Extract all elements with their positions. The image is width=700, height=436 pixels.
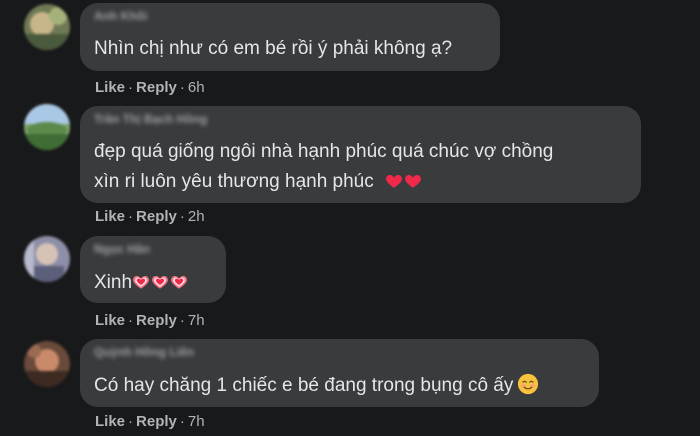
comment-bubble: Quỳnh Hồng Liên Có hay chăng 1 chiếc e b… <box>80 339 599 407</box>
reply-button[interactable]: Reply <box>136 208 177 225</box>
avatar[interactable] <box>24 341 70 387</box>
comment-bubble: Anh Khôi Nhìn chị như có em bé rồi ý phả… <box>80 3 500 71</box>
comment-text: Nhìn chị như có em bé rồi ý phải không ạ… <box>94 38 453 59</box>
separator: · <box>128 413 134 430</box>
reply-button[interactable]: Reply <box>136 79 177 96</box>
comment-bubble: Trần Thị Bạch Hồng đẹp quá giống ngôi nh… <box>80 106 641 203</box>
like-button[interactable]: Like <box>95 413 125 430</box>
comment-text: Có hay chăng 1 chiếc e bé đang trong bụn… <box>94 373 539 398</box>
comment-timestamp[interactable]: 7h <box>188 312 205 329</box>
heart-with-ribbon-icon <box>171 276 187 289</box>
comment-text-line: xìn ri luôn yêu thương hạnh phúc <box>94 171 374 192</box>
comment-actions: Like · Reply · 7h <box>95 413 205 430</box>
red-heart-icon <box>386 175 402 188</box>
smiling-face-icon <box>518 373 539 395</box>
comment-author[interactable]: Ngọc Hân <box>94 242 150 256</box>
separator: · <box>128 79 134 96</box>
separator: · <box>179 79 185 96</box>
separator: · <box>128 208 134 225</box>
reply-button[interactable]: Reply <box>136 312 177 329</box>
separator: · <box>128 312 134 329</box>
comment-text-line: Xinh <box>94 272 133 293</box>
red-heart-icon <box>405 175 421 188</box>
comment-timestamp[interactable]: 2h <box>188 208 205 225</box>
comment-text: đẹp quá giống ngôi nhà hạnh phúc quá chú… <box>94 141 554 162</box>
comment-author[interactable]: Anh Khôi <box>94 9 147 23</box>
comment-bubble: Ngọc Hân Xinh <box>80 236 226 303</box>
heart-with-ribbon-icon <box>133 276 149 289</box>
like-button[interactable]: Like <box>95 208 125 225</box>
comment-text: xìn ri luôn yêu thương hạnh phúc <box>94 170 422 194</box>
comment-author[interactable]: Trần Thị Bạch Hồng <box>94 112 207 126</box>
comment-text-line: Có hay chăng 1 chiếc e bé đang trong bụn… <box>94 375 514 396</box>
like-button[interactable]: Like <box>95 79 125 96</box>
comment-text: Xinh <box>94 271 188 295</box>
comment-timestamp[interactable]: 6h <box>188 79 205 96</box>
separator: · <box>179 312 185 329</box>
comment-actions: Like · Reply · 6h <box>95 79 205 96</box>
heart-with-ribbon-icon <box>152 276 168 289</box>
separator: · <box>179 208 185 225</box>
comment-timestamp[interactable]: 7h <box>188 413 205 430</box>
comment-actions: Like · Reply · 7h <box>95 312 205 329</box>
reply-button[interactable]: Reply <box>136 413 177 430</box>
avatar[interactable] <box>24 236 70 282</box>
comment-actions: Like · Reply · 2h <box>95 208 205 225</box>
like-button[interactable]: Like <box>95 312 125 329</box>
separator: · <box>179 413 185 430</box>
avatar[interactable] <box>24 4 70 50</box>
comment-author[interactable]: Quỳnh Hồng Liên <box>94 345 194 359</box>
avatar[interactable] <box>24 104 70 150</box>
